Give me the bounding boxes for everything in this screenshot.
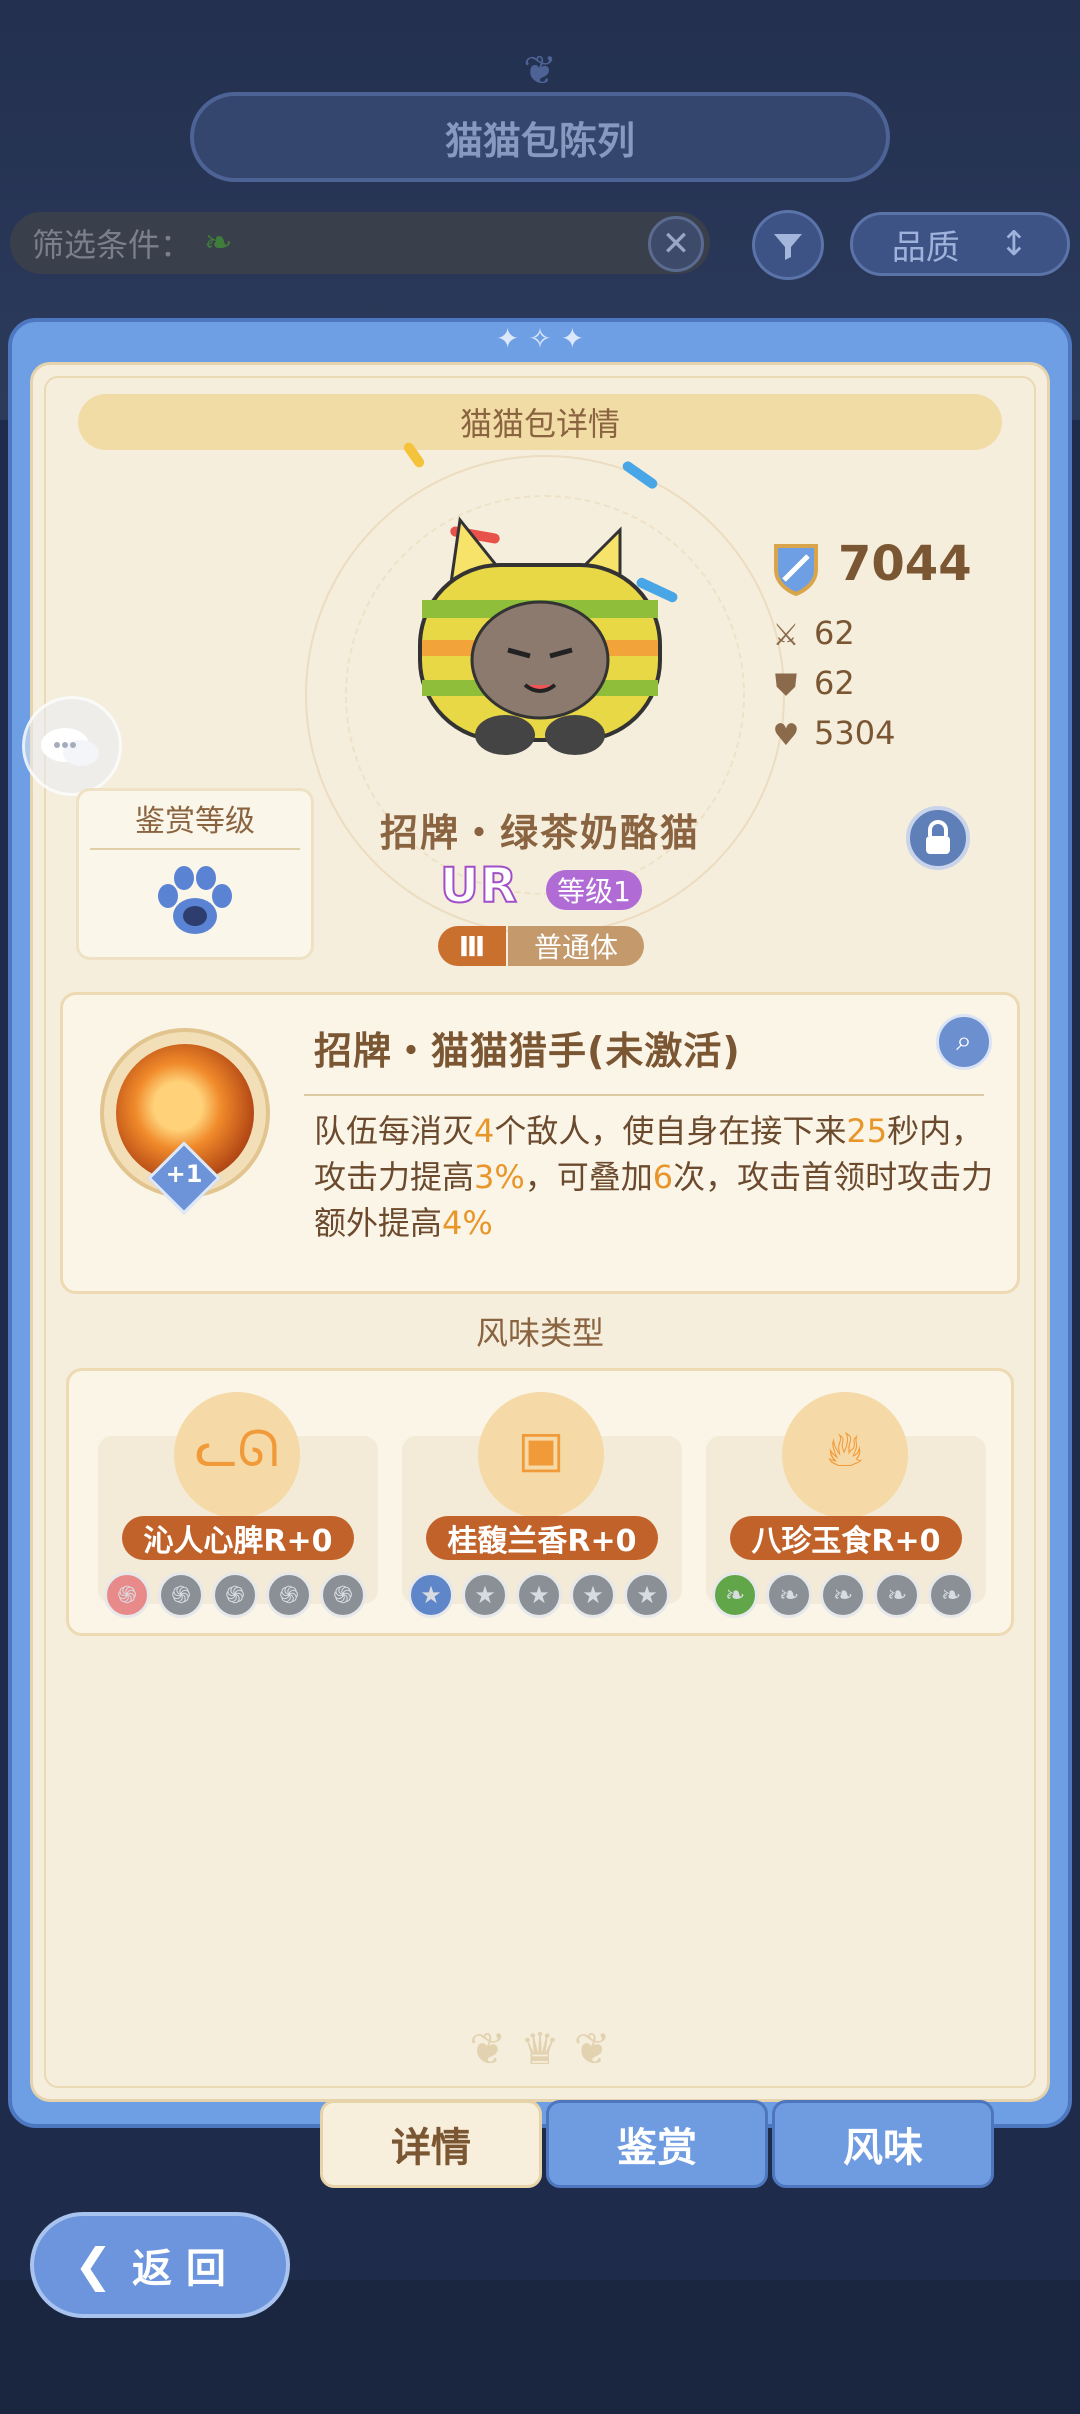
tab-details[interactable]: 详情 [320,2100,542,2188]
skill-desc-text: 队伍每消灭 [314,1112,475,1150]
skill-title: 招牌・猫猫猎手(未激活) [314,1029,741,1073]
lock-button[interactable] [906,806,970,870]
skill-desc-number: 25 [846,1112,888,1150]
title-ornament: ❦ [523,48,557,94]
flavor-label: 桂馥兰香R+0 [426,1516,658,1560]
flavor-heading: 风味类型 [475,1314,604,1352]
tab-label: 风味 [843,2125,923,2171]
swirl-icon: ֍ [104,1572,150,1618]
skill-desc-number: 4 [474,1112,495,1150]
combat-power-icon [774,544,818,596]
chat-icon [41,728,99,766]
sort-arrow-icon: ↕ [999,224,1029,264]
skill-desc-number: 4% [442,1204,493,1242]
tab-flavor[interactable]: 风味 [772,2100,994,2188]
flavor-item[interactable]: ▣ 桂馥兰香R+0 ★ ★ ★ ★ ★ [402,1392,682,1632]
combat-power-value: 7044 [838,536,972,592]
level-badge: 等级1 [546,870,642,910]
cat-name: 招牌・绿茶奶酪猫 [379,811,700,855]
star-icon: ★ [516,1572,562,1618]
rarity-badge: UR [439,857,518,915]
leaf-icon: ❧ [766,1572,812,1618]
filter-label: 筛选条件： [32,226,193,264]
paw-icon [158,866,232,934]
filter-button[interactable] [752,210,824,280]
flavor-label: 八珍玉食R+0 [730,1516,962,1560]
skill-zoom-button[interactable]: ⌕ [936,1014,992,1070]
back-label: 返 回 [132,2246,226,2292]
star-icon: ★ [624,1572,670,1618]
filter-bar[interactable]: 筛选条件： ❧ [10,212,710,274]
quality-sort-button[interactable]: 品质 ↕ [850,212,1070,276]
flavor-item[interactable]: 🔥︎ 八珍玉食R+0 ❧ ❧ ❧ ❧ ❧ [706,1392,986,1632]
panel-ornament: ✦ ✧ ✦ [495,322,585,355]
body-type-badge: 普通体 [508,926,644,966]
swirl-icon: ֍ [212,1572,258,1618]
close-icon: ✕ [661,224,691,264]
leaf-icon: ❧ [204,223,233,263]
star-icon: ★ [408,1572,454,1618]
tab-appraisal[interactable]: 鉴赏 [546,2100,768,2188]
attack-icon: ⚔ [772,618,800,653]
bottom-ornament: ❦ ♛ ❦ [469,2024,611,2075]
tab-label: 鉴赏 [617,2125,697,2171]
cat-portrait [403,442,678,755]
quality-label: 品质 [891,227,960,268]
tier-badge: Ⅲ [438,926,506,966]
attack-value: 62 [814,614,855,652]
skill-plus-label: +1 [165,1160,203,1188]
skill-description: 队伍每消灭4个敌人，使自身在接下来25秒内，攻击力提高3%，可叠加6次，攻击首领… [314,1108,994,1246]
skill-desc-number: 3% [474,1158,525,1196]
detail-header-text: 猫猫包详情 [459,405,620,443]
appraisal-level-title: 鉴赏等级 [135,804,255,839]
page-title-text: 猫猫包陈列 [444,118,635,163]
back-button[interactable]: ❮ 返 回 [30,2212,290,2318]
leaf-icon: ❧ [928,1572,974,1618]
leaf-icon: ❧ [820,1572,866,1618]
hp-value: 5304 [814,714,896,752]
defense-value: 62 [814,664,855,702]
page-title: 猫猫包陈列 [190,92,890,182]
appraisal-divider [90,848,300,850]
swirl-icon: ֍ [158,1572,204,1618]
flame-icon: 🔥︎ [826,1420,864,1478]
leaf-icon: ❧ [712,1572,758,1618]
clear-filter-button[interactable]: ✕ [648,216,704,272]
funnel-icon [774,234,802,260]
chat-button[interactable] [22,696,122,796]
cat-face-icon: ᓚᘏ [194,1420,280,1478]
heart-icon: ♥ [772,718,800,753]
swirl-icon: ֍ [320,1572,366,1618]
star-icon: ★ [462,1572,508,1618]
back-arrow-icon: ❮ [74,2238,113,2292]
leaf-icon: ❧ [874,1572,920,1618]
magnifier-icon: ⌕ [956,1024,972,1057]
skill-desc-number: 6 [652,1158,674,1196]
skill-desc-text: 个敌人，使自身在接下来 [494,1112,847,1150]
square-icon: ▣ [517,1420,565,1478]
tab-label: 详情 [391,2125,471,2171]
star-icon: ★ [570,1572,616,1618]
skill-desc-text: ，可叠加 [524,1158,653,1196]
swirl-icon: ֍ [266,1572,312,1618]
flavor-item[interactable]: ᓚᘏ 沁人心脾R+0 ֍ ֍ ֍ ֍ ֍ [98,1392,378,1632]
defense-icon: ⛊ [774,668,798,703]
lock-icon [926,820,950,854]
flavor-label: 沁人心脾R+0 [122,1516,354,1560]
skill-divider [304,1094,984,1096]
